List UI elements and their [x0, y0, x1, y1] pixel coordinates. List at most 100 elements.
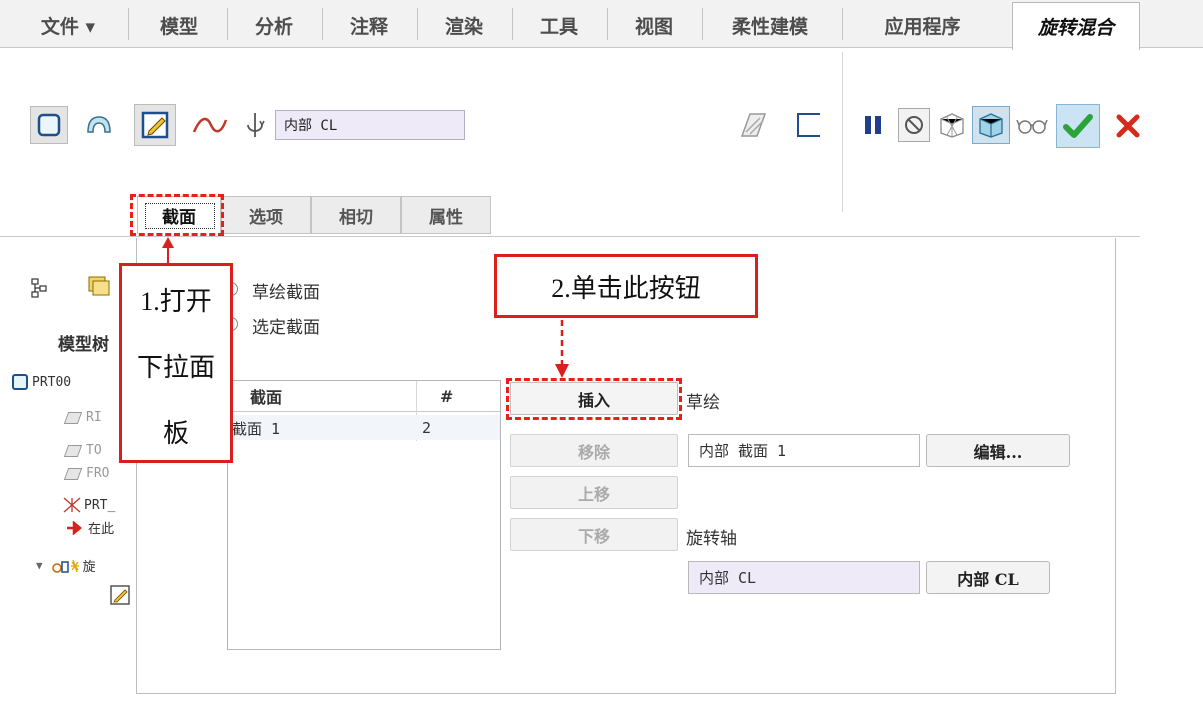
pause-button[interactable] — [858, 108, 888, 142]
tree-structure-icon — [31, 278, 47, 298]
layer-tree-tab[interactable] — [80, 272, 120, 300]
solid-button[interactable] — [30, 106, 68, 144]
surface-icon — [87, 116, 111, 133]
feature-preview-button[interactable] — [972, 106, 1010, 144]
tree-item-label: PRT_ — [84, 497, 116, 513]
tree-item[interactable]: TO — [63, 443, 102, 458]
verify-button[interactable] — [1014, 108, 1050, 142]
menu-separator — [702, 8, 703, 40]
subtab-properties[interactable]: 属性 — [401, 196, 491, 234]
insert-here-arrow-icon — [67, 520, 82, 535]
tree-item-label: FRO — [86, 466, 110, 481]
tree-sketch-item[interactable] — [108, 583, 132, 607]
rotation-axis-input[interactable]: 内部 CL — [688, 561, 920, 594]
tree-item[interactable]: RI — [63, 410, 102, 425]
tree-item[interactable]: ▼ 旋 — [36, 556, 96, 575]
menu-flexible-modeling[interactable]: 柔性建模 — [705, 4, 835, 46]
sketch-pencil-icon — [110, 585, 130, 605]
tree-item-label: TO — [86, 443, 102, 458]
datum-plane-icon — [63, 411, 83, 424]
datum-plane-icon — [63, 467, 83, 480]
subtab-tangency[interactable]: 相切 — [311, 196, 401, 234]
rotation-axis-value: 内部 CL — [284, 118, 338, 134]
datum-plane-icon — [63, 444, 83, 457]
surface-button[interactable] — [80, 106, 118, 144]
thicken-button[interactable] — [735, 108, 771, 142]
menu-separator — [607, 8, 608, 40]
menu-tools[interactable]: 工具 — [515, 4, 603, 46]
table-header-number: # — [440, 386, 454, 406]
tab-rotational-blend[interactable]: 旋转混合 — [1012, 2, 1140, 50]
rotation-axis-label: 旋转轴 — [686, 529, 737, 549]
menu-view[interactable]: 视图 — [610, 4, 698, 46]
sketch-label: 草绘 — [686, 393, 720, 413]
menu-separator — [227, 8, 228, 40]
no-preview-icon — [905, 116, 923, 134]
model-tree-tab[interactable] — [24, 275, 54, 301]
table-divider — [228, 411, 500, 412]
glasses-icon — [1016, 119, 1048, 134]
table-cell-number: 2 — [422, 419, 432, 437]
folder-icon — [88, 276, 110, 296]
menu-file[interactable]: 文件 ▾ — [18, 4, 118, 46]
curve-button[interactable] — [190, 108, 230, 142]
menu-analysis[interactable]: 分析 — [230, 4, 318, 46]
remove-material-icon — [797, 113, 820, 137]
close-icon — [1116, 114, 1140, 138]
tree-item[interactable]: 在此 — [66, 518, 114, 537]
move-up-button[interactable]: 上移 — [510, 476, 678, 509]
cancel-button[interactable] — [1108, 106, 1148, 146]
feature-preview-icon — [979, 113, 1003, 138]
callout-step1-line2: 下拉面 — [136, 352, 215, 382]
edit-sketch-button[interactable]: 编辑... — [926, 434, 1070, 467]
sketch-button[interactable] — [134, 104, 176, 146]
remove-material-button[interactable] — [790, 108, 826, 142]
menu-model[interactable]: 模型 — [134, 4, 224, 46]
arrow-down-icon — [555, 320, 569, 378]
remove-button[interactable]: 移除 — [510, 434, 678, 467]
expand-arrow-icon[interactable]: ▼ — [36, 559, 43, 572]
menu-render[interactable]: 渲染 — [420, 4, 508, 46]
tree-item-label: PRT00 — [32, 374, 72, 390]
curve-icon — [192, 117, 228, 133]
tree-item[interactable]: FRO — [63, 466, 110, 481]
no-preview-button[interactable] — [898, 108, 930, 142]
table-header-section: 截面 — [250, 388, 283, 407]
thicken-icon — [740, 113, 767, 137]
geometry-preview-icon — [940, 113, 964, 138]
menu-applications[interactable]: 应用程序 — [845, 4, 1000, 46]
coordinate-system-icon — [63, 497, 81, 513]
ribbon-divider — [842, 52, 843, 212]
tree-item-label: 在此 — [88, 522, 115, 537]
radio-selected-label: 选定截面 — [252, 318, 320, 338]
sketch-pencil-icon — [141, 111, 169, 139]
arrow-up-icon — [162, 237, 174, 264]
tree-item[interactable]: PRT00 — [12, 374, 71, 390]
rotation-axis-button[interactable]: 内部 CL — [926, 561, 1050, 594]
table-cell-section: 截面 1 — [232, 419, 281, 438]
callout-step2-text: 2.单击此按钮 — [551, 273, 701, 303]
rotation-axis-field[interactable]: 内部 CL — [275, 110, 465, 140]
sketch-field[interactable]: 内部 截面 1 — [688, 434, 920, 467]
subtab-options[interactable]: 选项 — [221, 196, 311, 234]
tree-item-label: 旋 — [82, 560, 96, 575]
checkmark-icon — [1063, 114, 1093, 138]
menu-separator — [417, 8, 418, 40]
callout-step1-line1: 1.打开 — [140, 286, 212, 316]
geometry-preview-button[interactable] — [934, 108, 970, 142]
solid-icon — [37, 113, 61, 137]
menu-separator — [322, 8, 323, 40]
radio-sketched-label: 草绘截面 — [252, 283, 320, 303]
menu-annotate[interactable]: 注释 — [325, 4, 413, 46]
move-down-button[interactable]: 下移 — [510, 518, 678, 551]
menu-separator — [842, 8, 843, 40]
menu-separator — [128, 8, 129, 40]
ok-button[interactable] — [1056, 104, 1100, 148]
tree-item[interactable]: PRT_ — [62, 496, 115, 514]
highlight-sections-tab — [130, 194, 224, 236]
model-tree-header: 模型树 — [58, 335, 109, 355]
callout-step1-line3: 板 — [162, 418, 189, 448]
tree-item-label: RI — [86, 410, 102, 425]
axis-reference-icon — [240, 108, 270, 142]
pause-icon — [865, 116, 881, 134]
